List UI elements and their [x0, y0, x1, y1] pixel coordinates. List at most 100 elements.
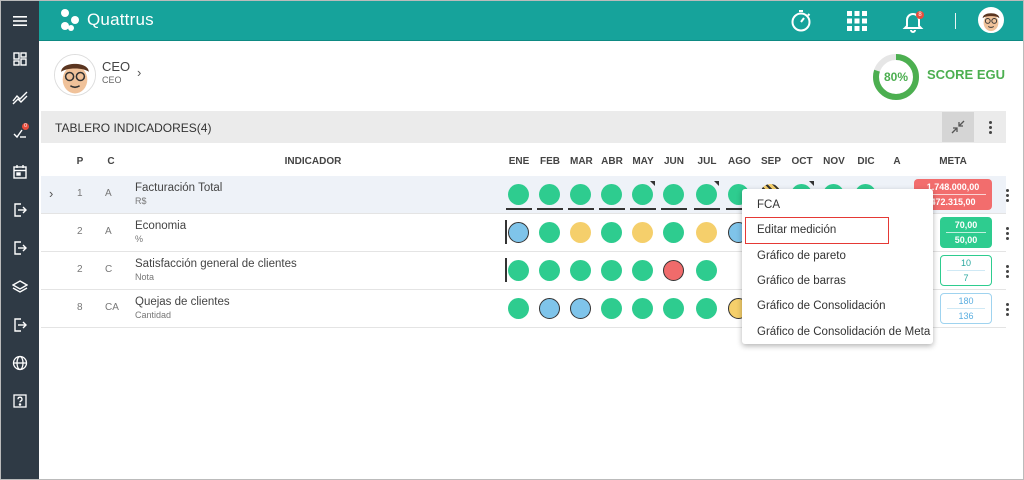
- col-month-ene: ENE: [508, 156, 530, 167]
- score-label: SCORE EGU: [927, 67, 1006, 82]
- app-logo[interactable]: Quattrus: [59, 8, 154, 32]
- trend-icon[interactable]: [1, 79, 39, 115]
- context-menu-item[interactable]: Gráfico de pareto: [742, 244, 933, 269]
- month-status-dot[interactable]: [632, 222, 653, 243]
- month-status-dot[interactable]: [539, 222, 560, 243]
- dot-underline: [537, 208, 563, 210]
- month-status-dot[interactable]: [508, 298, 529, 319]
- sidebar: 0: [1, 1, 39, 479]
- month-status-dot[interactable]: [601, 184, 622, 205]
- month-status-dot[interactable]: [570, 222, 591, 243]
- row-more-icon[interactable]: [999, 299, 1015, 319]
- month-status-dot[interactable]: [696, 184, 717, 205]
- context-menu-item[interactable]: Gráfico de Consolidación de Meta: [742, 320, 933, 345]
- row-priority: 1: [77, 188, 83, 199]
- row-more-icon[interactable]: [999, 185, 1015, 205]
- month-status-dot[interactable]: [539, 298, 560, 319]
- comment-marker-icon: [650, 181, 655, 186]
- top-separator: [955, 13, 956, 29]
- indicator-unit: R$: [135, 196, 147, 206]
- indicator-name[interactable]: Facturación Total: [135, 182, 222, 194]
- context-menu-item[interactable]: Editar medición: [745, 217, 889, 245]
- month-status-dot[interactable]: [663, 298, 684, 319]
- month-status-dot[interactable]: [601, 222, 622, 243]
- help-icon[interactable]: [1, 383, 39, 419]
- month-status-dot[interactable]: [632, 260, 653, 281]
- indicator-name[interactable]: Satisfacción general de clientes: [135, 258, 297, 270]
- row-category: A: [105, 188, 112, 199]
- meta-divider: [946, 232, 986, 233]
- exit-icon[interactable]: [1, 230, 39, 266]
- month-status-dot[interactable]: [539, 260, 560, 281]
- context-menu-item[interactable]: FCA: [742, 193, 933, 218]
- bell-icon[interactable]: 8: [899, 7, 927, 35]
- context-menu-item[interactable]: Gráfico de Consolidación: [742, 294, 933, 319]
- row-more-icon[interactable]: [999, 223, 1015, 243]
- month-status-dot[interactable]: [632, 298, 653, 319]
- profile-role: CEO: [102, 75, 122, 85]
- month-status-dot[interactable]: [508, 260, 529, 281]
- row-priority: 2: [77, 264, 83, 275]
- profile-avatar: [54, 54, 96, 96]
- indicator-name[interactable]: Quejas de clientes: [135, 296, 230, 308]
- month-status-dot[interactable]: [696, 260, 717, 281]
- meta-box[interactable]: 70,00 50,00: [940, 217, 992, 248]
- month-status-dot[interactable]: [601, 298, 622, 319]
- apps-grid-icon[interactable]: [843, 7, 871, 35]
- meta-box[interactable]: 180 136: [940, 293, 992, 324]
- meta-box[interactable]: 10 7: [940, 255, 992, 286]
- globe-icon[interactable]: [1, 345, 39, 381]
- month-status-dot[interactable]: [570, 260, 591, 281]
- month-status-dot[interactable]: [570, 298, 591, 319]
- col-month-oct: OCT: [791, 156, 813, 167]
- meta-target: 180: [958, 296, 974, 306]
- indicator-name[interactable]: Economia: [135, 220, 186, 232]
- dot-underline: [694, 208, 720, 210]
- month-status-dot[interactable]: [663, 260, 684, 281]
- row-more-icon[interactable]: [999, 261, 1015, 281]
- meta-target: 10: [960, 258, 971, 268]
- month-status-dot[interactable]: [539, 184, 560, 205]
- col-p: P: [76, 156, 84, 167]
- avatar-face-icon: [55, 55, 95, 95]
- month-status-dot[interactable]: [696, 222, 717, 243]
- meta-divider: [947, 270, 985, 271]
- layers-icon[interactable]: [1, 269, 39, 305]
- col-meta: META: [939, 156, 967, 167]
- col-month-dic: DIC: [857, 156, 875, 167]
- month-status-dot[interactable]: [663, 222, 684, 243]
- calendar-icon[interactable]: [1, 154, 39, 190]
- month-status-dot[interactable]: [601, 260, 622, 281]
- user-avatar[interactable]: [978, 7, 1004, 33]
- col-month-a: A: [893, 156, 901, 167]
- month-status-dot[interactable]: [632, 184, 653, 205]
- month-status-dot[interactable]: [508, 184, 529, 205]
- collapse-icon[interactable]: [942, 112, 974, 142]
- row-category: C: [105, 264, 113, 275]
- avatar-face-icon: [979, 8, 1003, 32]
- comment-marker-icon: [809, 181, 814, 186]
- board-more-icon[interactable]: [982, 117, 998, 137]
- tasks-icon[interactable]: 0: [1, 115, 39, 151]
- dashboard-icon[interactable]: [1, 41, 39, 77]
- dot-underline: [661, 208, 687, 210]
- meta-actual: 7: [963, 273, 969, 283]
- profile-area[interactable]: [54, 54, 96, 96]
- app-window: 0 Quattrus 8 CEO CEO › 80% SCORE EGU TAB…: [0, 0, 1024, 480]
- row-category: CA: [105, 302, 119, 313]
- col-month-nov: NOV: [823, 156, 845, 167]
- chevron-right-icon[interactable]: ›: [137, 65, 141, 80]
- month-status-dot[interactable]: [570, 184, 591, 205]
- month-status-dot[interactable]: [508, 222, 529, 243]
- month-status-dot[interactable]: [696, 298, 717, 319]
- exit-icon[interactable]: [1, 307, 39, 343]
- row-category: A: [105, 226, 112, 237]
- expand-chevron-icon[interactable]: ›: [49, 186, 53, 201]
- month-status-dot[interactable]: [663, 184, 684, 205]
- row-marker: [505, 220, 507, 244]
- indicator-unit: %: [135, 234, 144, 244]
- menu-icon[interactable]: [1, 3, 39, 39]
- context-menu-item[interactable]: Gráfico de barras: [742, 269, 933, 294]
- stopwatch-icon[interactable]: [787, 7, 815, 35]
- exit-icon[interactable]: [1, 192, 39, 228]
